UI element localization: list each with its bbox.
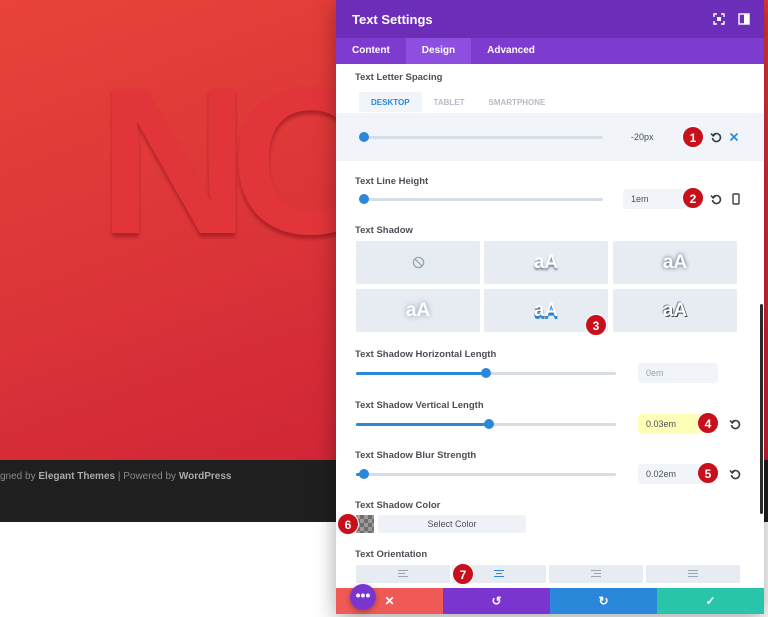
shadow-vertical-input[interactable]: 0.03em — [638, 414, 702, 434]
reset-icon[interactable] — [710, 193, 722, 205]
modal-action-bar: ✕ ↺ ↻ ✓ — [336, 588, 764, 614]
line-height-label: Text Line Height — [355, 176, 429, 187]
shadow-horizontal-label: Text Shadow Horizontal Length — [355, 349, 497, 360]
shadow-preset-2-label: aA — [662, 252, 688, 273]
shadow-preset-1-label: aA — [533, 252, 559, 273]
shadow-horizontal-fill — [356, 372, 486, 375]
footer-separator: | Powered by — [115, 471, 179, 482]
shadow-preset-3-label: aA — [405, 300, 431, 321]
reset-icon[interactable] — [729, 418, 741, 430]
line-height-handle[interactable] — [359, 194, 369, 204]
shadow-horizontal-handle[interactable] — [481, 368, 491, 378]
reset-icon[interactable] — [710, 131, 722, 143]
text-shadow-label: Text Shadow — [355, 225, 413, 236]
shadow-horizontal-slider[interactable] — [356, 368, 616, 378]
tab-tablet[interactable]: TABLET — [422, 92, 477, 112]
align-left-button[interactable] — [356, 565, 450, 583]
shadow-blur-input[interactable]: 0.02em — [638, 464, 702, 484]
tab-design[interactable]: Design — [405, 38, 472, 64]
shadow-preset-none[interactable] — [356, 241, 480, 284]
line-height-input[interactable]: 1em — [623, 189, 685, 209]
no-shadow-icon — [412, 256, 424, 269]
shadow-horizontal-input[interactable]: 0em — [638, 363, 718, 383]
align-right-button[interactable] — [549, 565, 643, 583]
close-icon[interactable] — [728, 131, 740, 143]
align-right-icon — [591, 570, 601, 579]
redo-button[interactable]: ↻ — [550, 588, 657, 614]
shadow-vertical-slider[interactable] — [356, 419, 616, 429]
footer-brand-link[interactable]: Elegant Themes — [38, 471, 115, 482]
modal-body: Text Letter Spacing DESKTOP TABLET SMART… — [336, 64, 764, 588]
tab-content[interactable]: Content — [336, 38, 406, 64]
shadow-vertical-fill — [356, 423, 489, 426]
align-left-icon — [398, 570, 408, 579]
letter-spacing-slider[interactable] — [359, 132, 603, 142]
tab-desktop[interactable]: DESKTOP — [359, 92, 422, 112]
shadow-blur-label: Text Shadow Blur Strength — [355, 450, 477, 461]
hero-heading: NO — [98, 43, 393, 278]
step-badge-1: 1 — [682, 126, 704, 148]
tab-smartphone[interactable]: SMARTPHONE — [477, 92, 558, 112]
shadow-preset-4-label: aA — [533, 300, 559, 321]
step-badge-4: 4 — [697, 412, 719, 434]
text-settings-modal: Text Settings Content Design Advanced Te… — [336, 0, 764, 614]
step-badge-2: 2 — [682, 187, 704, 209]
select-color-button[interactable]: Select Color — [378, 515, 526, 533]
footer-prefix: gned by — [0, 471, 39, 482]
shadow-vertical-label: Text Shadow Vertical Length — [355, 400, 484, 411]
shadow-preset-3[interactable]: aA — [356, 289, 480, 332]
shadow-preset-5-label: aA — [662, 300, 688, 321]
reset-icon[interactable] — [729, 468, 741, 480]
scrollbar[interactable] — [760, 304, 763, 514]
tab-advanced[interactable]: Advanced — [471, 38, 551, 64]
undo-button[interactable]: ↺ — [443, 588, 550, 614]
shadow-blur-handle[interactable] — [358, 469, 369, 479]
modal-header: Text Settings — [336, 0, 764, 38]
letter-spacing-input[interactable]: -20px — [623, 127, 685, 147]
builder-menu-button[interactable]: ••• — [350, 584, 376, 610]
step-badge-5: 5 — [697, 462, 719, 484]
step-badge-6: 6 — [337, 513, 359, 535]
shadow-color-label: Text Shadow Color — [355, 500, 441, 511]
smartphone-icon[interactable] — [730, 193, 742, 205]
step-badge-3: 3 — [585, 314, 607, 336]
sidebar-toggle-icon[interactable] — [737, 12, 751, 26]
footer-credits: gned by Elegant Themes | Powered by Word… — [0, 471, 231, 482]
fullscreen-icon[interactable] — [712, 12, 726, 26]
letter-spacing-label: Text Letter Spacing — [355, 72, 443, 83]
modal-title: Text Settings — [352, 12, 433, 27]
shadow-preset-5[interactable]: aA — [613, 289, 737, 332]
footer-platform-link[interactable]: WordPress — [179, 471, 232, 482]
shadow-blur-slider[interactable] — [356, 469, 616, 479]
align-center-icon — [494, 570, 504, 579]
align-justify-icon — [688, 570, 698, 579]
shadow-preset-1[interactable]: aA — [484, 241, 608, 284]
align-justify-button[interactable] — [646, 565, 740, 583]
shadow-vertical-handle[interactable] — [483, 419, 494, 429]
text-orientation-label: Text Orientation — [355, 549, 428, 560]
modal-tabs: Content Design Advanced — [336, 38, 764, 64]
save-button[interactable]: ✓ — [657, 588, 764, 614]
letter-spacing-handle[interactable] — [359, 132, 369, 142]
shadow-preset-2[interactable]: aA — [613, 241, 737, 284]
device-tabs: DESKTOP TABLET SMARTPHONE — [359, 92, 557, 112]
step-badge-7: 7 — [452, 563, 474, 585]
line-height-slider[interactable] — [359, 194, 603, 204]
screen: NO gned by Elegant Themes | Powered by W… — [0, 0, 768, 617]
